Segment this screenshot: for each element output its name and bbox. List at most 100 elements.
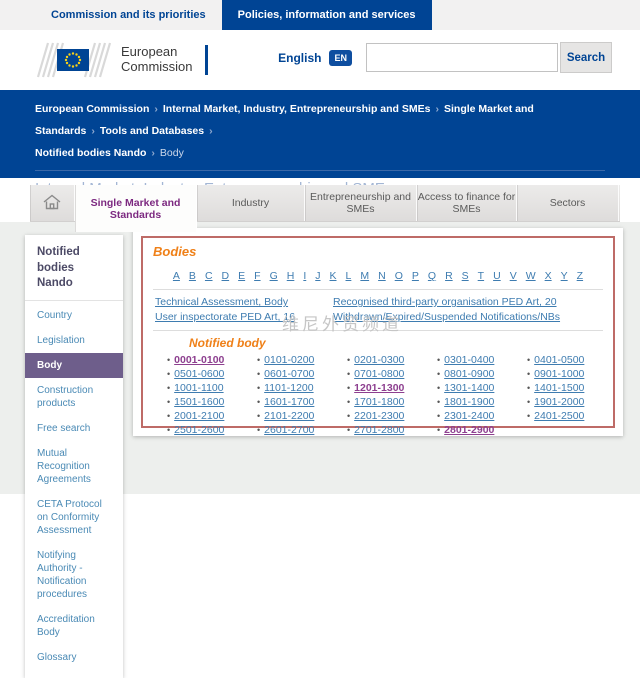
- range-link-2601-2700[interactable]: 2601-2700: [264, 424, 314, 436]
- range-item: • 0601-0700: [257, 368, 347, 381]
- breadcrumb-link-tools-and-databases[interactable]: Tools and Databases: [100, 125, 204, 137]
- sidebar-item-accreditation-body[interactable]: Accreditation Body: [25, 607, 123, 645]
- alphabet-link-b[interactable]: B: [189, 270, 196, 282]
- range-link-2701-2800[interactable]: 2701-2800: [354, 424, 404, 436]
- nav-tab-access-to-finance-for-smes[interactable]: Access to finance for SMEs: [417, 185, 517, 221]
- alphabet-link-g[interactable]: G: [270, 270, 278, 282]
- range-link-0901-1000[interactable]: 0901-1000: [534, 368, 584, 380]
- alphabet-link-i[interactable]: I: [303, 270, 306, 282]
- chevron-separator-icon: ›: [91, 125, 95, 138]
- alphabet-link-k[interactable]: K: [330, 270, 337, 282]
- breadcrumb-link-european-commission[interactable]: European Commission: [35, 103, 149, 115]
- range-link-0501-0600[interactable]: 0501-0600: [174, 368, 224, 380]
- bullet-icon: •: [437, 397, 441, 408]
- alphabet-link-j[interactable]: J: [315, 270, 320, 282]
- alphabet-link-m[interactable]: M: [360, 270, 369, 282]
- sidebar-item-country[interactable]: Country: [25, 303, 123, 328]
- range-item: • 2501-2600: [167, 424, 257, 437]
- range-item: • 2801-2900: [437, 424, 527, 437]
- topbar-tab-policies-information-and-services[interactable]: Policies, information and services: [221, 0, 432, 37]
- alphabet-link-h[interactable]: H: [287, 270, 295, 282]
- sidebar-item-free-search[interactable]: Free search: [25, 416, 123, 441]
- alphabet-link-f[interactable]: F: [254, 270, 260, 282]
- range-link-2401-2500[interactable]: 2401-2500: [534, 410, 584, 422]
- range-link-2101-2200[interactable]: 2101-2200: [264, 410, 314, 422]
- range-link-2001-2100[interactable]: 2001-2100: [174, 410, 224, 422]
- language-label[interactable]: English: [278, 51, 321, 65]
- range-link-0401-0500[interactable]: 0401-0500: [534, 354, 584, 366]
- language-en-badge[interactable]: EN: [329, 49, 352, 66]
- range-link-2301-2400[interactable]: 2301-2400: [444, 410, 494, 422]
- alphabet-link-l[interactable]: L: [346, 270, 352, 282]
- quick-link-technical-assessment-body[interactable]: Technical Assessment, Body: [155, 295, 325, 310]
- range-link-2201-2300[interactable]: 2201-2300: [354, 410, 404, 422]
- range-item: • 2601-2700: [257, 424, 347, 437]
- breadcrumb-link-internal-market-industry-entrepreneurship-and-smes[interactable]: Internal Market, Industry, Entrepreneurs…: [163, 103, 431, 115]
- alphabet-link-w[interactable]: W: [526, 270, 536, 282]
- topbar-tab-commission-and-its-priorities[interactable]: Commission and its priorities: [35, 0, 222, 30]
- range-link-1101-1200[interactable]: 1101-1200: [264, 382, 313, 394]
- range-link-1601-1700[interactable]: 1601-1700: [264, 396, 314, 408]
- sidebar-item-mutual-recognition-agreements[interactable]: Mutual Recognition Agreements: [25, 441, 123, 492]
- range-link-0201-0300[interactable]: 0201-0300: [354, 354, 404, 366]
- alphabet-link-q[interactable]: Q: [428, 270, 436, 282]
- quick-link-user-inspectorate-ped-art-16[interactable]: User inspectorate PED Art, 16: [155, 310, 325, 325]
- range-link-0601-0700[interactable]: 0601-0700: [264, 368, 314, 380]
- alphabet-link-e[interactable]: E: [238, 270, 245, 282]
- range-link-1701-1800[interactable]: 1701-1800: [354, 396, 404, 408]
- alphabet-link-o[interactable]: O: [395, 270, 403, 282]
- range-link-0101-0200[interactable]: 0101-0200: [264, 354, 314, 366]
- sidebar-item-legislation[interactable]: Legislation: [25, 328, 123, 353]
- alphabet-link-p[interactable]: P: [412, 270, 419, 282]
- range-link-1001-1100[interactable]: 1001-1100: [174, 382, 223, 394]
- range-item: • 0401-0500: [527, 354, 617, 367]
- section-nav: Single Market and Standards Industry Entre…: [30, 185, 620, 232]
- range-link-2501-2600[interactable]: 2501-2600: [174, 424, 224, 436]
- range-link-1201-1300[interactable]: 1201-1300: [354, 382, 404, 394]
- content-area: Notified bodies Nando Country Legislation…: [0, 222, 640, 678]
- alphabet-link-d[interactable]: D: [222, 270, 230, 282]
- alphabet-link-a[interactable]: A: [173, 270, 180, 282]
- sidebar-item-ceta-protocol-on-conformity-assessment[interactable]: CETA Protocol on Conformity Assessment: [25, 492, 123, 543]
- range-link-2801-2900[interactable]: 2801-2900: [444, 424, 494, 436]
- sidebar-item-construction-products[interactable]: Construction products: [25, 378, 123, 416]
- alphabet-link-v[interactable]: V: [510, 270, 517, 282]
- range-item: • 2201-2300: [347, 410, 437, 423]
- alphabet-link-t[interactable]: T: [478, 270, 484, 282]
- sidebar-item-notifying-authority-notification-procedures[interactable]: Notifying Authority - Notification proce…: [25, 543, 123, 607]
- range-link-1801-1900[interactable]: 1801-1900: [444, 396, 494, 408]
- range-link-0801-0900[interactable]: 0801-0900: [444, 368, 494, 380]
- quick-link-recognised-third-party-organisation-ped-art-20[interactable]: Recognised third-party organisation PED …: [333, 295, 603, 310]
- range-link-0301-0400[interactable]: 0301-0400: [444, 354, 494, 366]
- alphabet-link-x[interactable]: X: [545, 270, 552, 282]
- bullet-icon: •: [347, 397, 351, 408]
- ec-logo[interactable]: European Commission: [35, 42, 208, 78]
- breadcrumb-nando-link[interactable]: Notified bodies Nando: [35, 147, 146, 159]
- nav-tab-industry[interactable]: Industry: [197, 185, 305, 221]
- alphabet-link-y[interactable]: Y: [561, 270, 568, 282]
- range-link-1501-1600[interactable]: 1501-1600: [174, 396, 224, 408]
- alphabet-link-n[interactable]: N: [378, 270, 386, 282]
- nav-tab-sectors[interactable]: Sectors: [517, 185, 619, 221]
- chevron-separator-icon: ›: [209, 125, 213, 138]
- alphabet-link-z[interactable]: Z: [577, 270, 583, 282]
- bullet-icon: •: [527, 411, 531, 422]
- nav-tab-single-market-and-standards[interactable]: Single Market and Standards: [75, 185, 197, 232]
- sidebar-item-body[interactable]: Body: [25, 352, 123, 378]
- range-link-1301-1400[interactable]: 1301-1400: [444, 382, 494, 394]
- nav-tab-home[interactable]: [30, 185, 75, 221]
- range-link-1901-2000[interactable]: 1901-2000: [534, 396, 584, 408]
- sidebar-item-glossary[interactable]: Glossary: [25, 645, 123, 670]
- alphabet-link-r[interactable]: R: [445, 270, 453, 282]
- alphabet-link-c[interactable]: C: [205, 270, 213, 282]
- bullet-icon: •: [347, 369, 351, 380]
- range-link-0001-0100[interactable]: 0001-0100: [174, 354, 224, 366]
- nav-tab-entrepreneurship-and-smes[interactable]: Entrepreneurship and SMEs: [305, 185, 417, 221]
- quick-link-withdrawn-expired-suspended-notifications-nbs[interactable]: Withdrawn/Expired/Suspended Notification…: [333, 310, 603, 325]
- range-link-0701-0800[interactable]: 0701-0800: [354, 368, 404, 380]
- search-input[interactable]: [366, 43, 558, 72]
- search-button[interactable]: Search: [560, 42, 612, 73]
- alphabet-link-s[interactable]: S: [462, 270, 469, 282]
- alphabet-link-u[interactable]: U: [493, 270, 501, 282]
- range-link-1401-1500[interactable]: 1401-1500: [534, 382, 584, 394]
